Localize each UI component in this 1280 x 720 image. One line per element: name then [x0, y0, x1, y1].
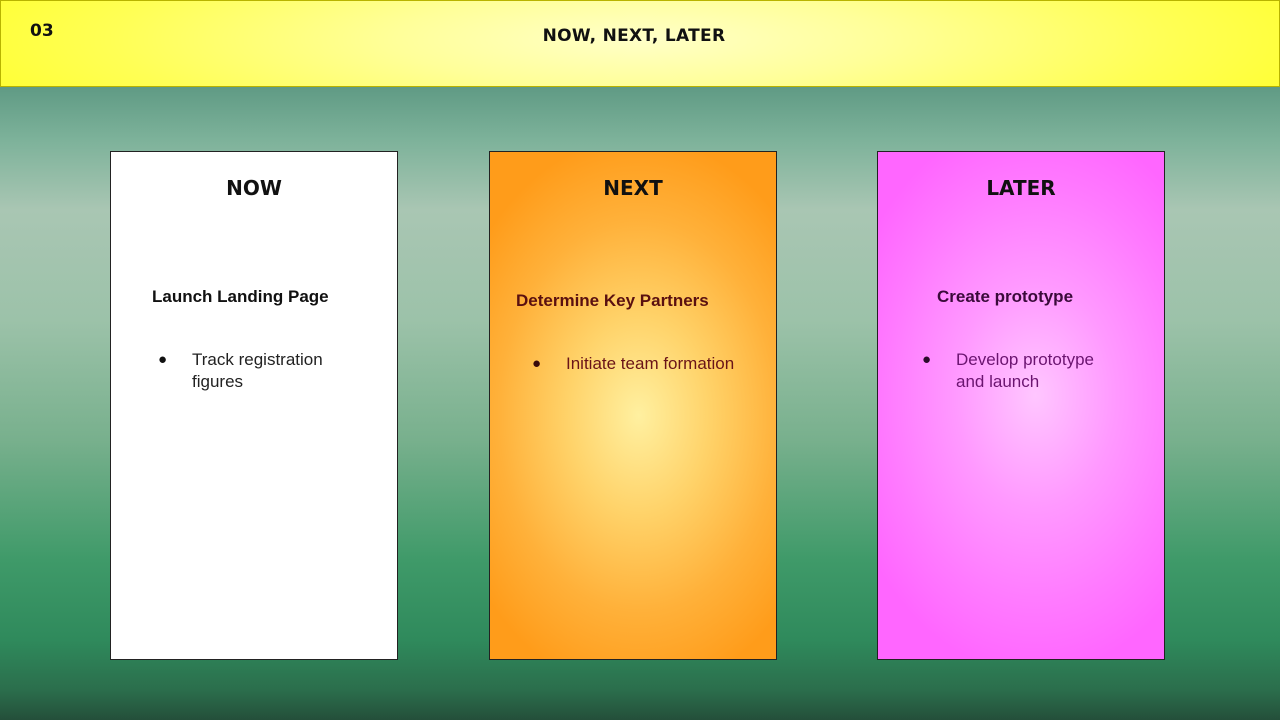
- card-later[interactable]: LATER Create prototype ● Develop prototy…: [877, 151, 1165, 660]
- slide-header: 03 NOW, NEXT, LATER: [0, 0, 1280, 87]
- bullet-dot-icon: ●: [158, 351, 168, 368]
- bullet-text-next: Initiate team formation: [566, 354, 735, 373]
- card-item-title-later: Create prototype: [937, 287, 1074, 306]
- slide-title: NOW, NEXT, LATER: [542, 26, 726, 46]
- card-now[interactable]: NOW Launch Landing Page ● Track registra…: [110, 151, 398, 660]
- card-item-title-next: Determine Key Partners: [516, 291, 709, 310]
- bullet-item-now: ● Track registration figures: [158, 349, 362, 393]
- bullet-text-later: Develop prototype and launch: [956, 350, 1094, 391]
- bullet-text-now: Track registration figures: [192, 350, 323, 391]
- bullet-dot-icon: ●: [922, 351, 932, 368]
- card-heading-later: LATER: [986, 176, 1056, 200]
- bullet-dot-icon: ●: [532, 355, 542, 372]
- bullet-item-later: ● Develop prototype and launch: [922, 349, 1126, 393]
- bullet-item-next: ● Initiate team formation: [532, 353, 736, 375]
- card-item-title-now: Launch Landing Page: [152, 287, 329, 306]
- card-heading-next: NEXT: [603, 176, 663, 200]
- card-next[interactable]: NEXT Determine Key Partners ● Initiate t…: [489, 151, 777, 660]
- card-heading-now: NOW: [226, 176, 282, 200]
